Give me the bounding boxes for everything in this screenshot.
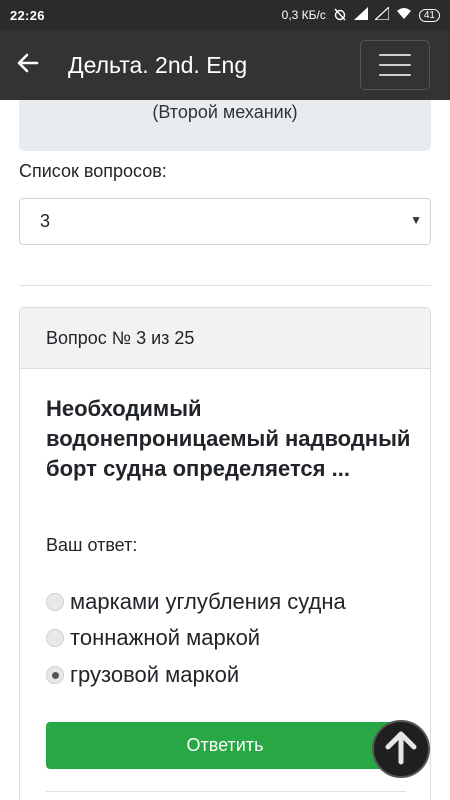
arrow-up-icon bbox=[384, 729, 418, 770]
answer-option-label: тоннажной маркой bbox=[70, 625, 261, 650]
question-select[interactable]: 3 ▼ bbox=[19, 198, 431, 245]
submit-button[interactable]: Ответить bbox=[46, 722, 404, 769]
answer-option-label: грузовой маркой bbox=[70, 662, 240, 687]
battery-icon: 41 bbox=[418, 8, 440, 22]
position-subtitle: (Второй механик) bbox=[152, 102, 298, 122]
question-text: Необходимый водонепроницаемый надводный … bbox=[46, 396, 411, 481]
answer-option[interactable]: тоннажной маркой bbox=[46, 625, 260, 651]
signal-icon bbox=[373, 5, 390, 23]
question-select-value: 3 bbox=[40, 211, 51, 231]
status-icons: 0,3 КБ/с 41 bbox=[281, 5, 440, 24]
radio-button[interactable] bbox=[46, 629, 64, 647]
alarm-off-icon bbox=[333, 7, 347, 24]
divider bbox=[19, 285, 431, 286]
menu-button[interactable] bbox=[360, 40, 430, 90]
network-speed: 0,3 КБ/с bbox=[281, 8, 326, 22]
hamburger-menu-icon bbox=[379, 54, 411, 56]
divider bbox=[46, 791, 406, 792]
dropdown-arrow-icon: ▼ bbox=[410, 213, 422, 227]
status-time: 22:26 bbox=[10, 7, 45, 23]
question-list-label: Список вопросов: bbox=[19, 161, 167, 181]
wifi-icon bbox=[396, 7, 412, 23]
back-button[interactable] bbox=[0, 30, 56, 100]
arrow-left-icon bbox=[17, 53, 39, 78]
info-panel: (Второй механик) bbox=[19, 100, 431, 151]
answer-option[interactable]: марками углубления судна bbox=[46, 589, 346, 615]
radio-button[interactable] bbox=[46, 593, 64, 611]
answer-option[interactable]: грузовой маркой bbox=[46, 662, 239, 688]
answer-label: Ваш ответ: bbox=[46, 535, 138, 555]
signal-icon bbox=[353, 7, 368, 23]
radio-button-selected[interactable] bbox=[46, 666, 64, 684]
battery-level: 41 bbox=[423, 9, 435, 21]
question-header: Вопрос № 3 из 25 bbox=[20, 308, 430, 369]
question-card: Вопрос № 3 из 25 Необходимый водонепрони… bbox=[19, 307, 431, 800]
scroll-top-button[interactable] bbox=[372, 720, 430, 778]
answer-option-label: марками углубления судна bbox=[70, 589, 346, 614]
app-bar: Дельта. 2nd. Eng bbox=[0, 30, 450, 100]
status-bar: 22:26 0,3 КБ/с 41 bbox=[0, 0, 450, 30]
